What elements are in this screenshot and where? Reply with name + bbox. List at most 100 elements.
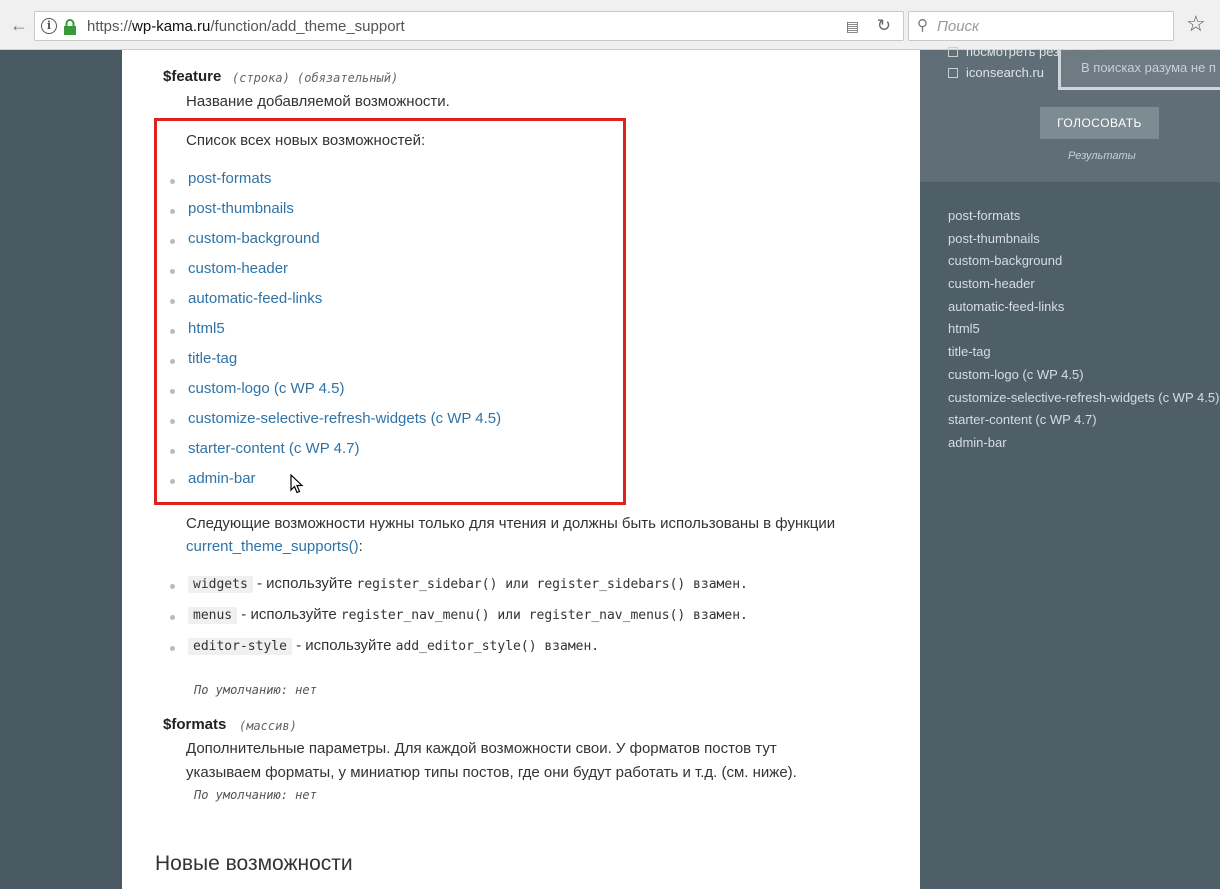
toc-item[interactable]: post-thumbnails [948,231,1219,254]
feature-link[interactable]: admin-bar [188,470,256,487]
list-item: post-thumbnails [170,200,501,230]
poll-widget: посмотреть результат iconsearch.ru В пои… [920,44,1220,182]
feature-list-title: Список всех новых возможностей: [186,132,426,149]
readonly-text: - используйте [252,575,357,592]
readonly-text: - используйте [291,637,396,654]
toc-item[interactable]: admin-bar [948,435,1219,458]
toc-item[interactable]: html5 [948,321,1219,344]
feature-link[interactable]: automatic-feed-links [188,290,322,307]
list-item: widgets - используйте register_sidebar()… [170,575,748,606]
mouse-cursor-icon [290,474,304,494]
formats-default: По умолчанию: нет [194,788,317,802]
results-link[interactable]: Результаты [1068,150,1136,162]
param-formats-desc-1: Дополнительные параметры. Для каждой воз… [186,740,777,757]
bullet [170,239,175,244]
vote-button[interactable]: ГОЛОСОВАТЬ [1040,107,1159,139]
param-feature-meta: (строка) (обязательный) [232,71,399,85]
bullet [170,209,175,214]
list-item: html5 [170,320,501,350]
toc-item[interactable]: customize-selective-refresh-widgets (с W… [948,390,1219,413]
address-bar[interactable]: i https://wp-kama.ru/function/add_theme_… [34,11,904,41]
reload-icon[interactable]: ↻ [877,16,891,36]
feature-link[interactable]: custom-logo (с WP 4.5) [188,380,344,397]
param-feature-name: $feature [163,68,222,85]
toc-item[interactable]: starter-content (с WP 4.7) [948,412,1219,435]
browser-toolbar: ← i https://wp-kama.ru/function/add_them… [0,0,1220,50]
bullet [170,419,175,424]
list-item: custom-logo (с WP 4.5) [170,380,501,410]
readonly-link-line: current_theme_supports(): [186,538,363,555]
list-item: post-formats [170,170,501,200]
poll-option[interactable]: iconsearch.ru [948,65,1044,80]
search-placeholder: Поиск [937,18,980,35]
list-item: custom-header [170,260,501,290]
list-item: menus - используйте register_nav_menu() … [170,606,748,637]
url-text[interactable]: https://wp-kama.ru/function/add_theme_su… [87,18,405,35]
bookmark-star-icon[interactable]: ☆ [1186,11,1206,37]
toc-item[interactable]: custom-background [948,253,1219,276]
toc-item[interactable]: custom-logo (с WP 4.5) [948,367,1219,390]
reader-view-icon[interactable]: ▤ [846,18,859,35]
list-item: title-tag [170,350,501,380]
bullet [170,584,175,589]
list-item: customize-selective-refresh-widgets (с W… [170,410,501,440]
code-menus: menus [188,607,238,624]
feature-default: По умолчанию: нет [194,683,317,697]
bullet [170,646,175,651]
feature-link[interactable]: title-tag [188,350,237,367]
list-item: automatic-feed-links [170,290,501,320]
feature-list: post-formats post-thumbnails custom-back… [170,170,501,500]
search-bar[interactable]: ⚲ Поиск [908,11,1174,41]
url-prefix: https:// [87,18,133,35]
bullet [170,179,175,184]
list-item: admin-bar [170,470,501,500]
back-arrow-icon[interactable]: ← [6,12,32,38]
bullet [170,389,175,394]
info-icon[interactable]: i [41,18,57,34]
tooltip: В поисках разума не п [1058,50,1220,90]
list-item: starter-content (с WP 4.7) [170,440,501,470]
readonly-intro: Следующие возможности нужны только для ч… [186,515,836,532]
toc-item[interactable]: title-tag [948,344,1219,367]
feature-link[interactable]: customize-selective-refresh-widgets (с W… [188,410,501,427]
readonly-link-suffix: : [358,538,363,555]
readonly-mono: register_nav_menu() или register_nav_men… [340,608,748,623]
feature-link[interactable]: custom-background [188,230,320,247]
bullet [170,615,175,620]
poll-option-label: iconsearch.ru [966,65,1045,80]
readonly-text: - используйте [237,606,341,623]
feature-link[interactable]: starter-content (с WP 4.7) [188,440,359,457]
bullet [170,269,175,274]
param-feature-desc: Название добавляемой возможности. [186,93,450,110]
param-formats-name: $formats [163,716,227,733]
list-item: editor-style - используйте add_editor_st… [170,637,748,668]
readonly-mono: add_editor_style() взамен. [395,639,600,654]
lock-icon [64,19,76,35]
main-content: $feature (строка) (обязательный) Названи… [122,50,920,889]
checkbox[interactable] [948,47,958,57]
current-theme-supports-link[interactable]: current_theme_supports() [186,538,359,555]
readonly-list: widgets - используйте register_sidebar()… [170,575,748,668]
toc-item[interactable]: custom-header [948,276,1219,299]
search-icon: ⚲ [917,17,928,34]
checkbox[interactable] [948,68,958,78]
param-formats-desc-2: указываем форматы, у миниатюр типы посто… [186,764,797,781]
feature-link[interactable]: post-thumbnails [188,200,294,217]
toc-item[interactable]: post-formats [948,208,1219,231]
toc-item[interactable]: automatic-feed-links [948,299,1219,322]
url-host: wp-kama.ru [132,18,211,35]
list-item: custom-background [170,230,501,260]
code-editor-style: editor-style [188,638,292,655]
sidebar: посмотреть результат iconsearch.ru В пои… [920,44,1220,889]
readonly-mono: register_sidebar() или register_sidebars… [356,577,748,592]
feature-link[interactable]: custom-header [188,260,288,277]
param-formats-meta: (массив) [239,719,297,733]
url-path: /function/add_theme_support [210,18,405,35]
bullet [170,479,175,484]
sidebar-toc: post-formats post-thumbnails custom-back… [948,208,1219,458]
code-widgets: widgets [188,576,253,593]
bullet [170,299,175,304]
section-heading: Новые возможности [155,852,353,875]
feature-link[interactable]: post-formats [188,170,271,187]
feature-link[interactable]: html5 [188,320,225,337]
